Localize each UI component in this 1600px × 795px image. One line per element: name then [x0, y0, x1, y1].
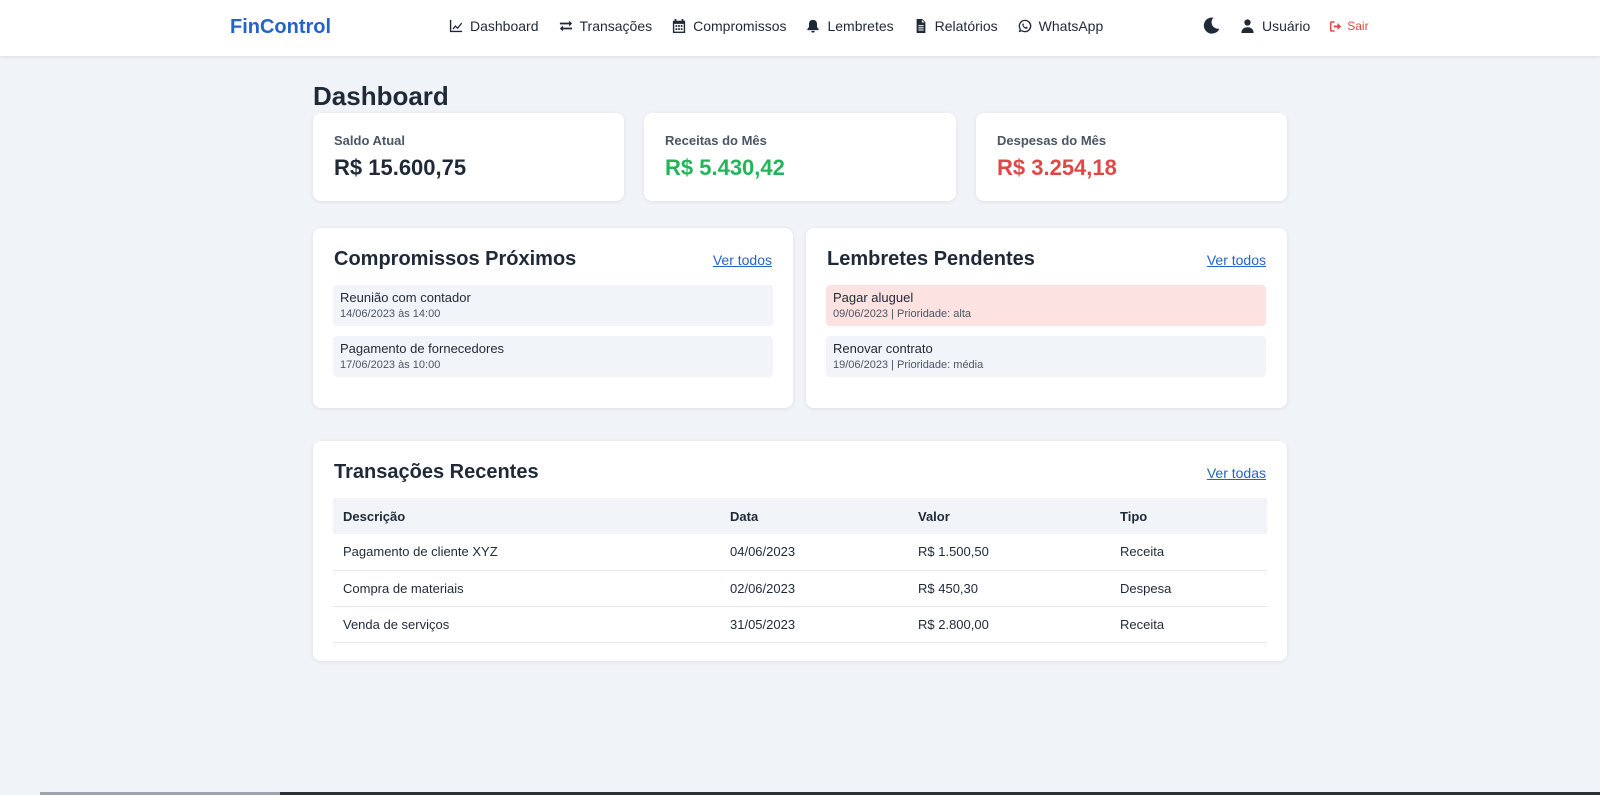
exchange-icon: [559, 20, 572, 32]
section-title: Lembretes Pendentes: [827, 248, 1035, 270]
column-header-tipo[interactable]: Tipo: [1110, 498, 1267, 534]
item-title: Pagamento de fornecedores: [340, 341, 505, 356]
nav-link-label: Compromissos: [693, 18, 787, 34]
table-row[interactable]: Venda de serviços 31/05/2023 R$ 2.800,00…: [333, 606, 1267, 643]
stat-label: Receitas do Mês: [665, 133, 767, 148]
nav-link-label: Transações: [579, 18, 653, 34]
nav-links: Dashboard Transações Compromissos Lembre…: [449, 18, 1123, 34]
stat-label: Despesas do Mês: [997, 133, 1107, 148]
whatsapp-icon: [1018, 19, 1032, 33]
stat-card-despesas: Despesas do Mês R$ 3.254,18: [976, 113, 1287, 201]
cell-valor: R$ 450,30: [908, 570, 1110, 607]
cell-data: 02/06/2023: [720, 570, 908, 607]
nav-link-whatsapp[interactable]: WhatsApp: [1018, 18, 1104, 34]
item-title: Reunião com contador: [340, 290, 471, 305]
stat-card-saldo: Saldo Atual R$ 15.600,75: [313, 113, 624, 201]
table-row[interactable]: Pagamento de cliente XYZ 04/06/2023 R$ 1…: [333, 534, 1267, 571]
item-datetime: 17/06/2023 às 10:00: [340, 359, 441, 371]
stat-card-receitas: Receitas do Mês R$ 5.430,42: [644, 113, 956, 201]
table-row[interactable]: Compra de materiais 02/06/2023 R$ 450,30…: [333, 570, 1267, 607]
lembretes-see-all-link[interactable]: Ver todos: [1207, 252, 1266, 268]
item-title: Pagar aluguel: [833, 290, 914, 305]
transacoes-card: Transações Recentes Ver todas Descrição …: [313, 441, 1287, 661]
bell-icon: [807, 19, 820, 33]
page-title: Dashboard: [313, 81, 449, 111]
cell-data: 04/06/2023: [720, 534, 908, 571]
nav-link-lembretes[interactable]: Lembretes: [806, 18, 894, 34]
transactions-table: Descrição Data Valor Tipo Pagamento de c…: [333, 498, 1267, 643]
cell-descricao: Pagamento de cliente XYZ: [333, 534, 720, 571]
lembrete-item-high-priority[interactable]: Pagar aluguel 09/06/2023 | Prioridade: a…: [826, 285, 1266, 326]
logout-icon: [1330, 20, 1342, 32]
item-details: 19/06/2023 | Prioridade: média: [833, 359, 984, 371]
compromissos-card: Compromissos Próximos Ver todos Reunião …: [313, 228, 793, 408]
cell-valor: R$ 1.500,50: [908, 534, 1110, 571]
column-header-descricao[interactable]: Descrição: [333, 498, 720, 534]
stat-label: Saldo Atual: [334, 133, 406, 148]
compromissos-see-all-link[interactable]: Ver todos: [713, 252, 772, 268]
item-details: 09/06/2023 | Prioridade: alta: [833, 308, 972, 320]
nav-link-relatorios[interactable]: Relatórios: [914, 18, 998, 34]
nav-link-compromissos[interactable]: Compromissos: [672, 18, 786, 34]
lembrete-item[interactable]: Renovar contrato 19/06/2023 | Prioridade…: [826, 336, 1266, 377]
top-navbar: FinControl Dashboard Transações Compromi…: [0, 0, 1600, 56]
compromisso-item[interactable]: Pagamento de fornecedores 17/06/2023 às …: [333, 336, 773, 377]
nav-link-label: Lembretes: [827, 18, 894, 34]
cell-descricao: Venda de serviços: [333, 606, 720, 643]
theme-toggle-button[interactable]: [1203, 17, 1221, 35]
nav-link-dashboard[interactable]: Dashboard: [449, 18, 539, 34]
stat-value: R$ 15.600,75: [334, 155, 467, 180]
column-header-data[interactable]: Data: [720, 498, 908, 534]
section-title: Compromissos Próximos: [334, 248, 577, 270]
section-title: Transações Recentes: [334, 461, 539, 483]
item-title: Renovar contrato: [833, 341, 933, 356]
transacoes-see-all-link[interactable]: Ver todas: [1207, 465, 1266, 481]
nav-right: Usuário Sair: [1203, 17, 1369, 35]
table-header-row: Descrição Data Valor Tipo: [333, 498, 1267, 534]
logout-button[interactable]: Sair: [1330, 19, 1369, 33]
user-menu[interactable]: Usuário: [1241, 18, 1310, 34]
nav-link-label: Dashboard: [470, 18, 539, 34]
nav-link-label: Relatórios: [934, 18, 998, 34]
cell-descricao: Compra de materiais: [333, 570, 720, 607]
user-icon: [1241, 19, 1254, 33]
cell-tipo: Receita: [1110, 606, 1267, 643]
stat-value: R$ 3.254,18: [997, 155, 1117, 180]
nav-link-label: WhatsApp: [1038, 18, 1104, 34]
compromisso-item[interactable]: Reunião com contador 14/06/2023 às 14:00: [333, 285, 773, 326]
cell-data: 31/05/2023: [720, 606, 908, 643]
item-datetime: 14/06/2023 às 14:00: [340, 308, 441, 320]
cell-valor: R$ 2.800,00: [908, 606, 1110, 643]
file-icon: [916, 19, 926, 33]
stat-value: R$ 5.430,42: [665, 155, 785, 180]
column-header-valor[interactable]: Valor: [908, 498, 1110, 534]
calendar-icon: [673, 19, 686, 33]
logout-label: Sair: [1347, 19, 1369, 33]
moon-icon: [1203, 17, 1220, 34]
cell-tipo: Receita: [1110, 534, 1267, 571]
lembretes-card: Lembretes Pendentes Ver todos Pagar alug…: [806, 228, 1287, 408]
cell-tipo: Despesa: [1110, 570, 1267, 607]
brand-logo[interactable]: FinControl: [230, 16, 331, 39]
chart-line-icon: [449, 19, 463, 33]
nav-link-transacoes[interactable]: Transações: [559, 18, 653, 34]
user-label: Usuário: [1262, 18, 1311, 34]
